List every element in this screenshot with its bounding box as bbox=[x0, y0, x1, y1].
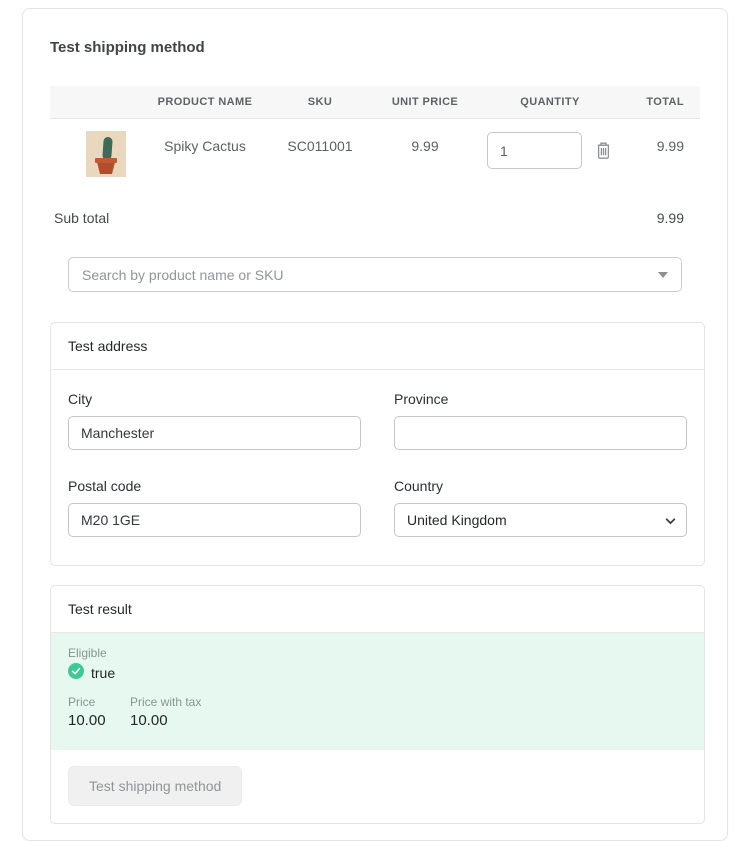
sku-cell: SC011001 bbox=[270, 119, 370, 190]
delete-line-item-button[interactable] bbox=[594, 140, 613, 161]
country-select[interactable]: United Kingdom bbox=[394, 503, 687, 537]
product-table: Product name SKU Unit price Quantity Tot… bbox=[50, 86, 700, 189]
postal-code-input[interactable] bbox=[68, 503, 361, 537]
column-header-product-name: Product name bbox=[140, 86, 270, 119]
check-circle-icon bbox=[68, 663, 84, 682]
trash-icon bbox=[596, 147, 611, 162]
test-result-title: Test result bbox=[51, 586, 704, 633]
postal-code-label: Postal code bbox=[68, 478, 361, 494]
test-shipping-method-panel: Test shipping method Product name SKU Un… bbox=[22, 8, 728, 841]
column-header-sku: SKU bbox=[270, 86, 370, 119]
price-with-tax-label: Price with tax bbox=[130, 695, 201, 709]
column-header-total: Total bbox=[620, 86, 700, 119]
test-address-title: Test address bbox=[51, 323, 704, 370]
price-block: Price 10.00 bbox=[68, 695, 130, 729]
test-result-card: Test result Eligible true Price 10.00 bbox=[50, 585, 705, 824]
postal-code-field: Postal code bbox=[68, 478, 361, 537]
price-value: 10.00 bbox=[68, 712, 130, 729]
column-header-unit-price: Unit price bbox=[370, 86, 480, 119]
price-with-tax-block: Price with tax 10.00 bbox=[130, 695, 201, 729]
product-search bbox=[68, 257, 682, 292]
result-success-panel: Eligible true Price 10.00 Price with tax bbox=[51, 633, 704, 750]
pot-graphic bbox=[96, 163, 116, 174]
table-header-row: Product name SKU Unit price Quantity Tot… bbox=[50, 86, 700, 119]
test-address-card: Test address City Province Postal code C… bbox=[50, 322, 705, 566]
page-title: Test shipping method bbox=[50, 39, 700, 56]
product-search-input[interactable] bbox=[68, 257, 682, 292]
table-row: Spiky Cactus SC011001 9.99 bbox=[50, 119, 700, 190]
unit-price-cell: 9.99 bbox=[370, 119, 480, 190]
city-input[interactable] bbox=[68, 416, 361, 450]
column-header-image bbox=[50, 86, 140, 119]
column-header-quantity: Quantity bbox=[480, 86, 620, 119]
product-thumbnail bbox=[86, 131, 126, 177]
province-field: Province bbox=[394, 391, 687, 450]
pot-rim-graphic bbox=[95, 158, 117, 163]
eligible-value: true bbox=[91, 665, 115, 681]
eligible-label: Eligible bbox=[68, 646, 687, 660]
country-field: Country United Kingdom bbox=[394, 478, 687, 537]
total-cell: 9.99 bbox=[620, 119, 700, 190]
country-label: Country bbox=[394, 478, 687, 494]
province-input[interactable] bbox=[394, 416, 687, 450]
price-label: Price bbox=[68, 695, 130, 709]
province-label: Province bbox=[394, 391, 687, 407]
city-label: City bbox=[68, 391, 361, 407]
quantity-input[interactable] bbox=[487, 132, 582, 169]
subtotal-value: 9.99 bbox=[657, 210, 684, 226]
subtotal-label: Sub total bbox=[54, 210, 109, 226]
cactus-graphic bbox=[102, 137, 113, 161]
test-shipping-method-button[interactable]: Test shipping method bbox=[68, 766, 242, 806]
subtotal-row: Sub total 9.99 bbox=[50, 189, 700, 244]
city-field: City bbox=[68, 391, 361, 450]
price-with-tax-value: 10.00 bbox=[130, 712, 201, 729]
product-name-cell: Spiky Cactus bbox=[140, 119, 270, 190]
caret-down-icon[interactable] bbox=[658, 272, 668, 278]
